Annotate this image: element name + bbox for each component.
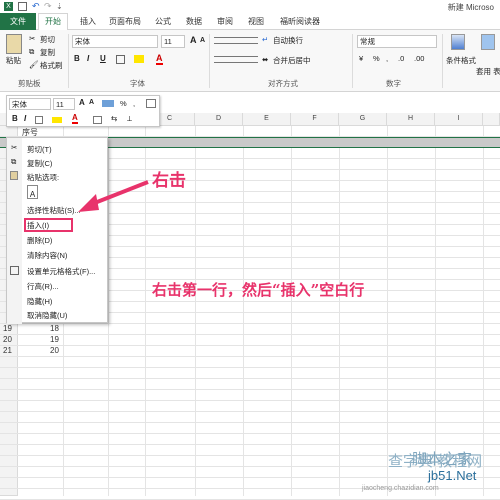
arrow-shaft xyxy=(91,180,149,206)
annotation-right-click: 右击 xyxy=(152,171,186,191)
watermark-brand: 脚本之家 xyxy=(412,451,473,468)
annotation-layer xyxy=(78,180,149,212)
annotation-instruction: 右击第一行，然后“插入”空白行 xyxy=(152,281,365,299)
watermark-site: jiaocheng.chazidian.com xyxy=(362,485,439,492)
arrow-head xyxy=(78,194,99,212)
watermark-net: jb51.Net xyxy=(428,468,477,483)
